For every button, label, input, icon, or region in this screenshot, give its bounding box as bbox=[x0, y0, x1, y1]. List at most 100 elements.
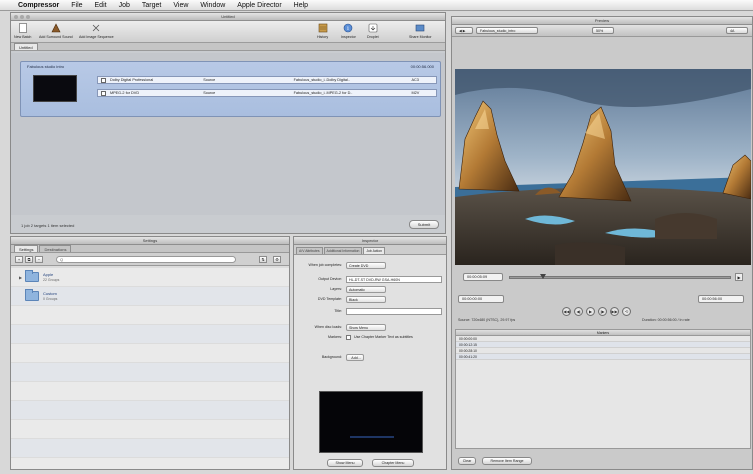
tab-av-attributes[interactable]: A/V Attributes bbox=[296, 247, 323, 254]
target-setting: MPEG-2 for DVD bbox=[109, 91, 140, 95]
zoom-popup[interactable]: 50% bbox=[592, 27, 614, 34]
target-destination[interactable]: Source bbox=[203, 91, 293, 95]
play-icon[interactable]: ▶ bbox=[586, 307, 595, 316]
background-add-button[interactable]: Add... bbox=[346, 354, 364, 361]
submit-button[interactable]: Submit bbox=[409, 220, 439, 229]
tab-settings[interactable]: Settings bbox=[14, 245, 39, 252]
settings-window: Settings Settings Destinations + ⧉ − Q ⇅… bbox=[10, 236, 290, 470]
next-frame-icon[interactable]: |▶ bbox=[598, 307, 607, 316]
batch-titlebar[interactable]: Untitled bbox=[11, 13, 445, 21]
close-window-icon[interactable] bbox=[14, 15, 18, 19]
target-row[interactable]: Dolby Digital Professional Source Fabulo… bbox=[97, 76, 437, 84]
share-monitor-button[interactable]: Share Monitor bbox=[409, 23, 432, 39]
preview-titlebar[interactable]: Preview bbox=[452, 17, 752, 25]
duplicate-setting-button[interactable]: ⧉ bbox=[25, 256, 33, 263]
target-extension: M2V bbox=[411, 91, 420, 95]
settings-group-name: Custom bbox=[43, 291, 57, 296]
menu-view[interactable]: View bbox=[173, 2, 188, 9]
menu-edit[interactable]: Edit bbox=[95, 2, 107, 9]
menu-file[interactable]: File bbox=[71, 2, 82, 9]
duration-info-text: Duration: 00:00:56:00 / In rate bbox=[642, 318, 690, 322]
current-timecode[interactable]: 00:00:05:09 bbox=[463, 273, 503, 281]
settings-group-name: Apple bbox=[43, 272, 54, 277]
out-timecode[interactable]: 00:00:56:00 bbox=[698, 295, 744, 303]
batch-area[interactable]: Fabulous studio intro 00:00:56.000 Dolby… bbox=[11, 53, 445, 215]
inspector-button[interactable]: i Inspector bbox=[341, 23, 356, 39]
settings-group-row[interactable]: ▶ Apple 22 Groups bbox=[11, 268, 289, 287]
loop-icon[interactable]: ⟲ bbox=[622, 307, 631, 316]
tab-untitled[interactable]: Untitled bbox=[14, 43, 38, 50]
menu-window[interactable]: Window bbox=[200, 2, 225, 9]
title-field[interactable] bbox=[346, 308, 442, 315]
remove-setting-button[interactable]: − bbox=[35, 256, 43, 263]
list-item bbox=[11, 439, 289, 458]
video-preview[interactable] bbox=[455, 69, 751, 265]
job-thumbnail[interactable] bbox=[33, 75, 77, 102]
markers-checkbox-label: Use Chapter Marker Text as subtitles bbox=[354, 335, 413, 339]
rewind-icon[interactable]: ◀◀ bbox=[562, 307, 571, 316]
loop-button[interactable]: ▶ bbox=[735, 273, 743, 281]
output-device-popup[interactable]: HL-DT-ST DVD-RW GSA-H60N bbox=[346, 276, 442, 283]
disc-loads-popup[interactable]: Show Menu bbox=[346, 324, 386, 331]
target-row[interactable]: MPEG-2 for DVD Source Fabulous_studio_i.… bbox=[97, 89, 437, 97]
layers-row: Layers: Automatic bbox=[294, 285, 446, 294]
target-checkbox[interactable] bbox=[101, 77, 106, 83]
minimize-window-icon[interactable] bbox=[20, 15, 24, 19]
target-destination[interactable]: Source bbox=[203, 78, 293, 82]
add-image-sequence-label: Add Image Sequence bbox=[79, 35, 114, 39]
target-output-filename[interactable]: Fabulous_studio_i..Dolby Digital.. bbox=[294, 78, 412, 82]
settings-action-button[interactable]: ⚙ bbox=[273, 256, 281, 263]
target-checkbox[interactable] bbox=[101, 90, 106, 96]
tab-destinations[interactable]: Destinations bbox=[39, 245, 72, 252]
tab-job-action[interactable]: Job Action bbox=[363, 247, 385, 254]
menu-job[interactable]: Job bbox=[119, 2, 130, 9]
settings-titlebar[interactable]: Settings bbox=[11, 237, 289, 245]
playhead-handle[interactable] bbox=[540, 274, 546, 279]
remove-item-range-button[interactable]: Remove Item Range bbox=[482, 457, 532, 465]
surround-sound-icon bbox=[51, 23, 61, 33]
sort-button[interactable]: ⇅ bbox=[259, 256, 267, 263]
fast-forward-icon[interactable]: ▶▶ bbox=[610, 307, 619, 316]
batch-window-title: Untitled bbox=[221, 14, 235, 19]
add-image-sequence-button[interactable]: Add Image Sequence bbox=[79, 23, 114, 39]
when-job-completes-popup[interactable]: Create DVD bbox=[346, 262, 386, 269]
chapter-menu-button[interactable]: Chapter Menu bbox=[372, 459, 414, 467]
job-duration: 00:00:56.000 bbox=[410, 64, 434, 69]
source-popup[interactable]: Fabulous_studio_intro bbox=[476, 27, 538, 34]
clear-button[interactable]: Clear bbox=[458, 457, 476, 465]
menu-compressor[interactable]: Compressor bbox=[18, 2, 59, 9]
scrubber-track[interactable] bbox=[509, 274, 731, 279]
history-icon bbox=[318, 23, 328, 33]
menu-target[interactable]: Target bbox=[142, 2, 161, 9]
markers-checkbox[interactable] bbox=[346, 335, 351, 340]
preview-window-title: Preview bbox=[594, 18, 610, 23]
dvd-template-popup[interactable]: Black bbox=[346, 296, 386, 303]
aspect-popup[interactable]: 4A bbox=[726, 27, 748, 34]
settings-search-input[interactable]: Q bbox=[56, 256, 236, 263]
menu-help[interactable]: Help bbox=[294, 2, 308, 9]
droplet-button[interactable]: Droplet bbox=[367, 23, 379, 39]
new-batch-label: New Batch bbox=[14, 35, 32, 39]
in-timecode[interactable]: 00:00:00:00 bbox=[458, 295, 504, 303]
previous-frame-icon[interactable]: ◀| bbox=[574, 307, 583, 316]
folder-icon bbox=[25, 289, 39, 301]
source-info-text: Source: 720x480 (NTSC), 29.97 fps bbox=[458, 318, 516, 322]
layers-popup[interactable]: Automatic bbox=[346, 286, 386, 293]
settings-group-row[interactable]: Custom 0 Groups bbox=[11, 287, 289, 306]
disclosure-triangle-icon[interactable]: ▶ bbox=[19, 275, 22, 280]
inspector-titlebar[interactable]: Inspector bbox=[294, 237, 446, 245]
new-batch-button[interactable]: New Batch bbox=[14, 23, 31, 39]
target-output-filename[interactable]: Fabulous_studio_i..MPEG-2 for D.. bbox=[294, 91, 412, 95]
job-item[interactable]: Fabulous studio intro 00:00:56.000 Dolby… bbox=[20, 61, 441, 117]
when-job-completes-label: When job completes: bbox=[308, 263, 342, 267]
history-button[interactable]: History bbox=[317, 23, 328, 39]
preview-mode-popup[interactable]: ◀ ▶ bbox=[455, 27, 473, 34]
settings-window-title: Settings bbox=[142, 238, 158, 243]
menu-apple-director[interactable]: Apple Director bbox=[237, 2, 281, 9]
add-surround-sound-button[interactable]: Add Surround Sound bbox=[39, 23, 73, 39]
zoom-window-icon[interactable] bbox=[26, 15, 30, 19]
show-menu-button[interactable]: Show Menu bbox=[327, 459, 363, 467]
marker-row[interactable]: 00:00:41:20 bbox=[456, 354, 750, 360]
add-setting-button[interactable]: + bbox=[15, 256, 23, 263]
tab-additional-information[interactable]: Additional Information bbox=[323, 247, 363, 254]
